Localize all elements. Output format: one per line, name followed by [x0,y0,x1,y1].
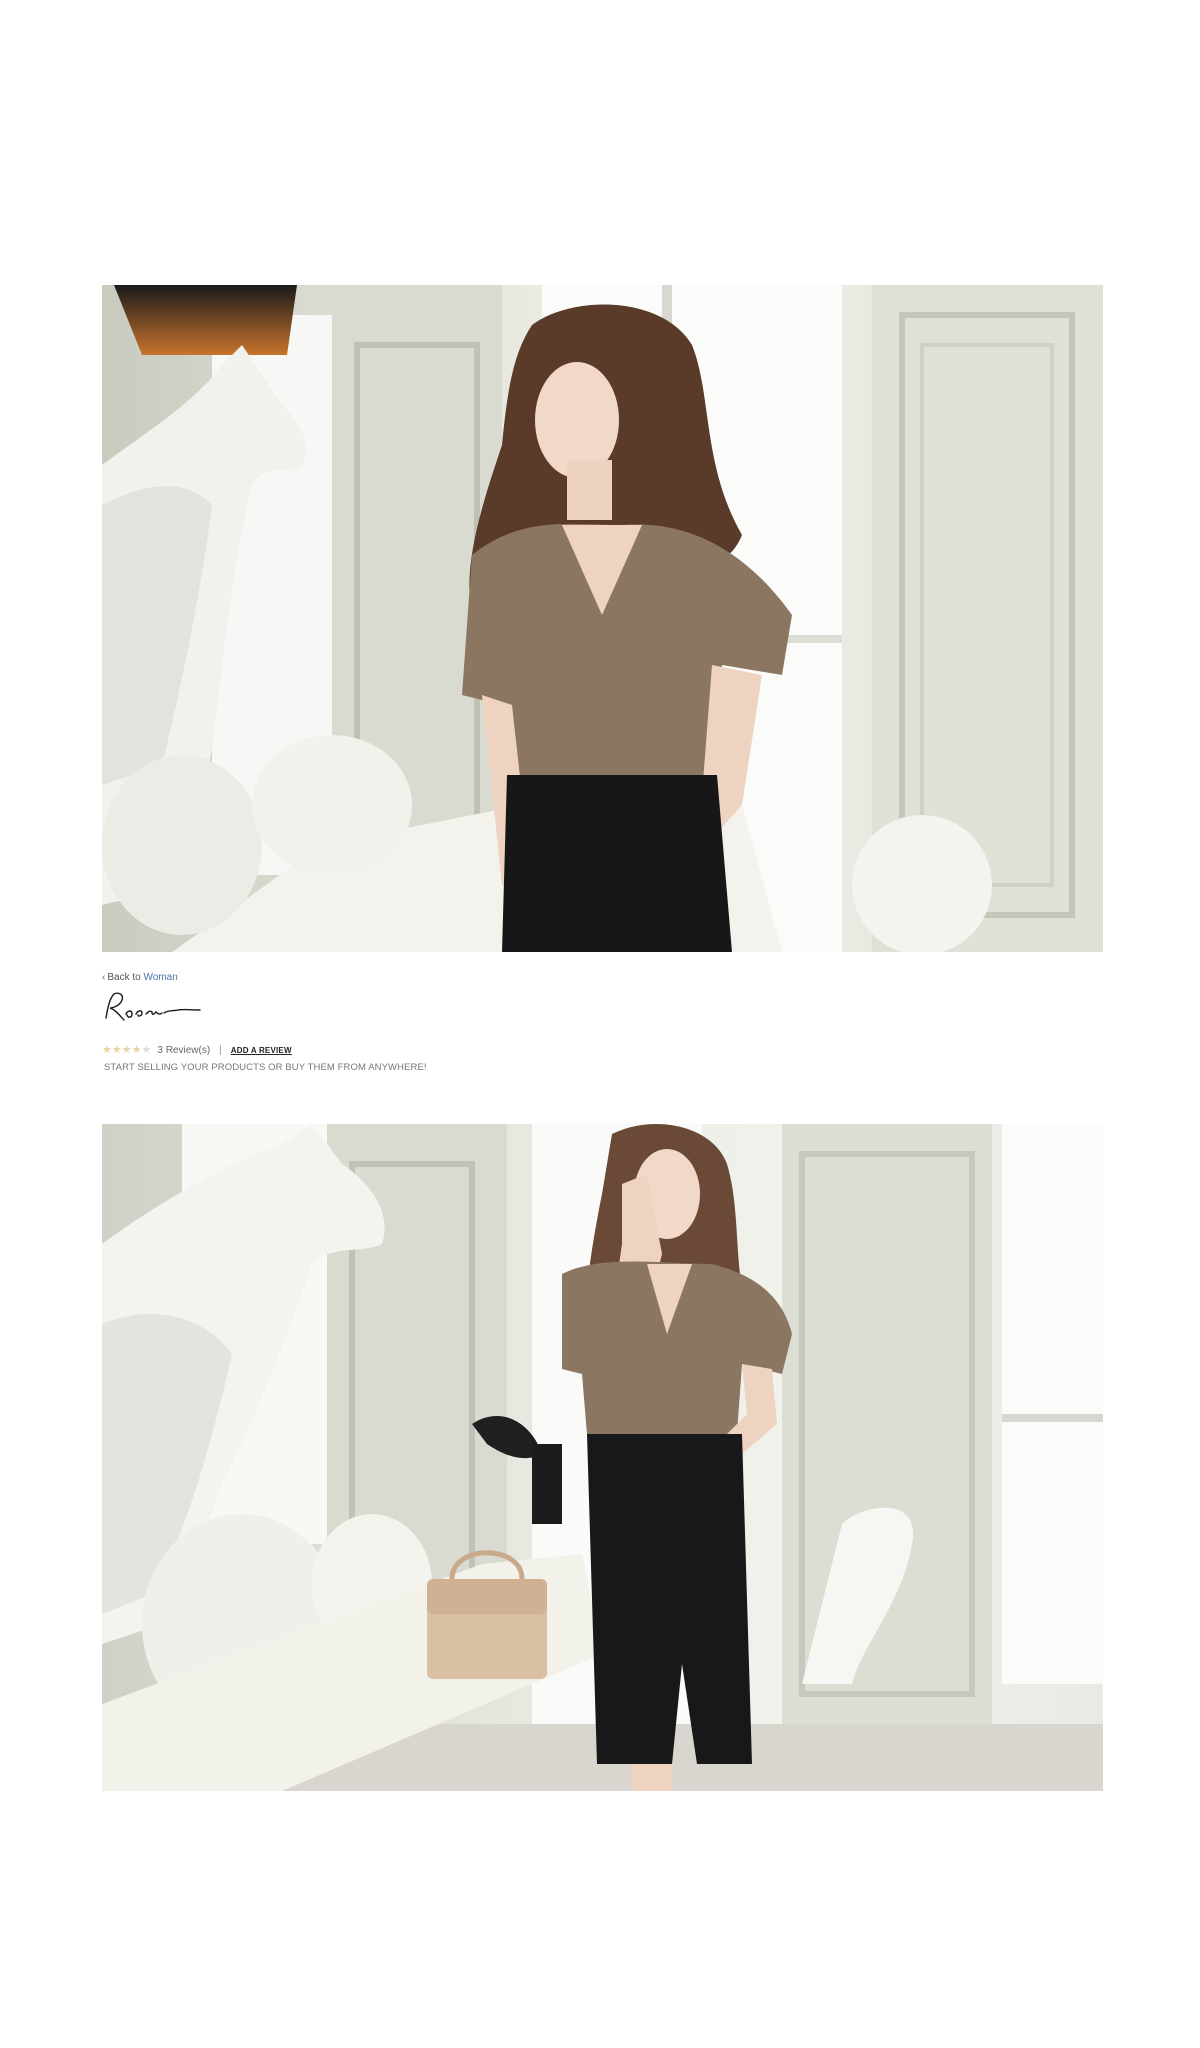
product-info: ‹ Back to Woman ★ ★ ★ ★ ★ 3 Review(s) | A… [102,968,1103,1088]
star-filled-icon: ★ [131,1043,142,1056]
product-tagline: START SELLING YOUR PRODUCTS OR BUY THEM … [104,1062,427,1073]
rating-separator: | [219,1044,222,1056]
back-chevron-icon: ‹ [102,972,106,983]
product-photo-1 [102,285,1103,952]
product-photo-2 [102,1124,1103,1791]
product-photo-1-image [102,285,1103,952]
star-empty-icon: ★ [141,1043,152,1056]
brand-signature-logo [105,992,201,1021]
star-filled-icon: ★ [121,1043,132,1056]
back-to-category-link[interactable]: ‹ Back to Woman [102,972,178,983]
back-category-name: Woman [143,972,178,983]
add-review-link[interactable]: ADD A REVIEW [231,1046,292,1055]
reviews-count[interactable]: 3 Review(s) [157,1045,210,1056]
rating-stars: ★ ★ ★ ★ ★ [102,1043,152,1056]
star-filled-icon: ★ [102,1043,112,1056]
rating-row: ★ ★ ★ ★ ★ 3 Review(s) | ADD A REVIEW [102,1043,292,1057]
star-filled-icon: ★ [111,1043,122,1056]
product-photo-2-image [102,1124,1103,1791]
back-text: Back to [107,972,141,983]
